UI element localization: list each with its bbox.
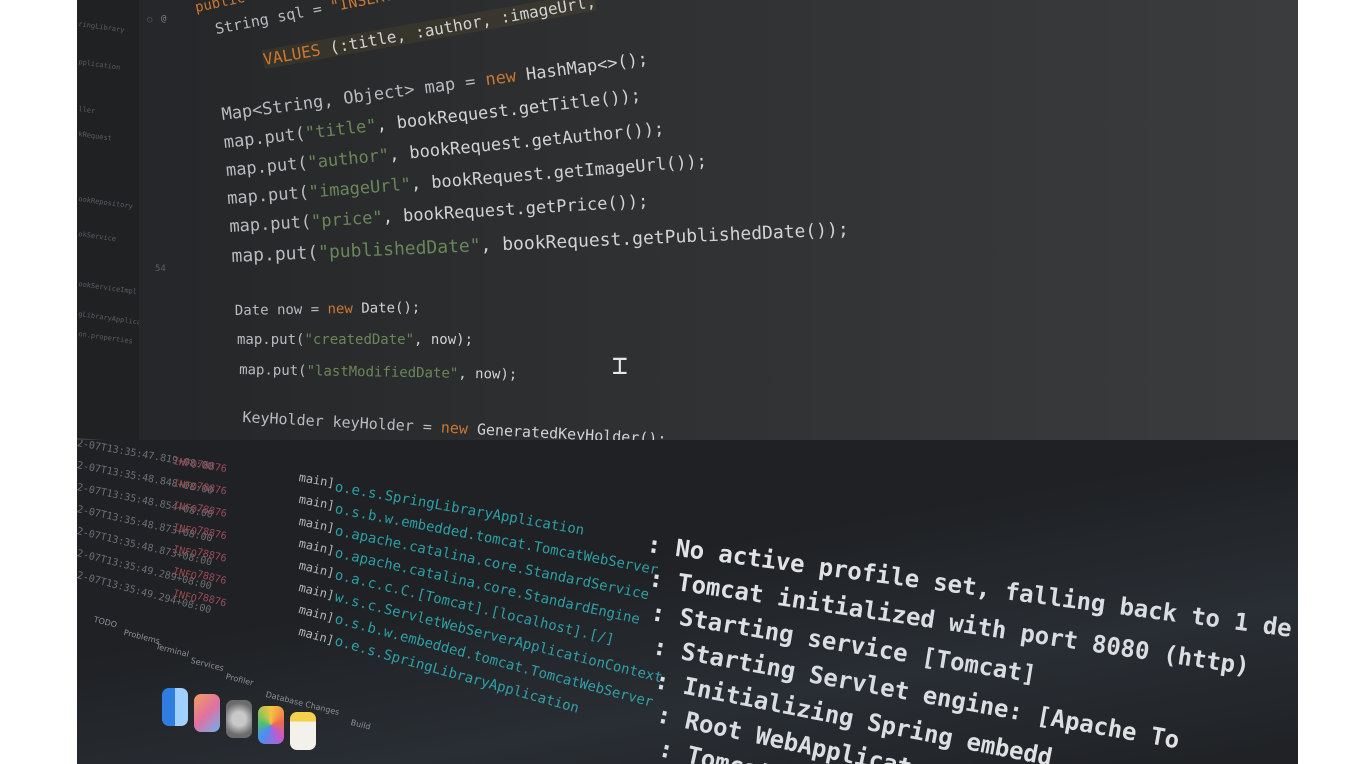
log-thread: main] <box>297 470 336 491</box>
ide-window: ringLibrary pplication ller kRequest ookRepo… <box>77 0 1298 764</box>
code-token: "publishedDate" <box>317 235 482 264</box>
code-token: "lastModifiedDate" <box>306 363 459 382</box>
code-line: map.put("lastModifiedDate", now); <box>239 362 517 383</box>
code-token: , bookRequest.getPrice()); <box>382 191 649 228</box>
launchpad-icon[interactable] <box>194 694 220 732</box>
code-token: map.put( <box>239 362 307 380</box>
code-token: "INSERT INTO <box>329 0 448 16</box>
log-thread: main] <box>297 492 336 513</box>
code-token: map.put( <box>231 242 319 267</box>
code-area[interactable]: public Integ String sql = "INSERT INTO V… <box>77 0 1298 448</box>
code-token: , now); <box>414 332 474 348</box>
code-token: new <box>327 300 353 318</box>
code-token: , now); <box>458 365 518 383</box>
code-token: "imageUrl" <box>308 174 412 203</box>
code-token: VALUES <box>261 40 322 69</box>
code-line: map.put("createdDate", now); <box>237 332 473 348</box>
finder-icon[interactable] <box>162 688 188 726</box>
code-token: , bookRequest.getPublishedDate()); <box>480 219 850 257</box>
log-thread: main] <box>297 514 336 536</box>
log-pid: 78876 <box>196 459 228 476</box>
code-token: Date now = <box>234 301 328 319</box>
code-line: Date now = new Date(); <box>235 300 421 319</box>
code-token: map.put( <box>225 153 309 181</box>
code-token: "author" <box>306 145 391 174</box>
log-thread: main] <box>297 624 336 648</box>
log-thread: main] <box>297 602 336 625</box>
log-pid: 78876 <box>195 481 228 498</box>
code-token: map.put( <box>228 212 312 237</box>
monitor-photo: ringLibrary pplication ller kRequest ookRepo… <box>77 0 1298 764</box>
code-token: KeyHolder keyHolder = <box>242 408 442 437</box>
code-token: new <box>440 418 469 438</box>
notes-icon[interactable] <box>290 712 316 750</box>
code-token: map.put( <box>237 332 305 348</box>
code-token: new <box>484 66 518 91</box>
macos-dock <box>162 684 402 764</box>
code-token: map.put( <box>226 182 310 209</box>
photos-icon[interactable] <box>258 706 284 744</box>
code-token: "title" <box>304 115 378 144</box>
text-cursor-icon: ⌶ <box>612 351 628 381</box>
code-token: map.put( <box>222 123 307 153</box>
code-token: HashMap<>(); <box>514 49 650 87</box>
log-level: INFO <box>171 478 198 494</box>
code-token: "createdDate" <box>304 332 415 348</box>
code-editor[interactable]: ringLibrary pplication ller kRequest ookRepo… <box>77 0 1298 448</box>
log-thread: main] <box>297 558 336 581</box>
code-token: "price" <box>310 207 384 233</box>
log-thread: main] <box>297 536 336 558</box>
log-thread: main] <box>297 580 336 603</box>
system-preferences-icon[interactable] <box>226 700 252 738</box>
code-token: Date(); <box>352 299 421 317</box>
